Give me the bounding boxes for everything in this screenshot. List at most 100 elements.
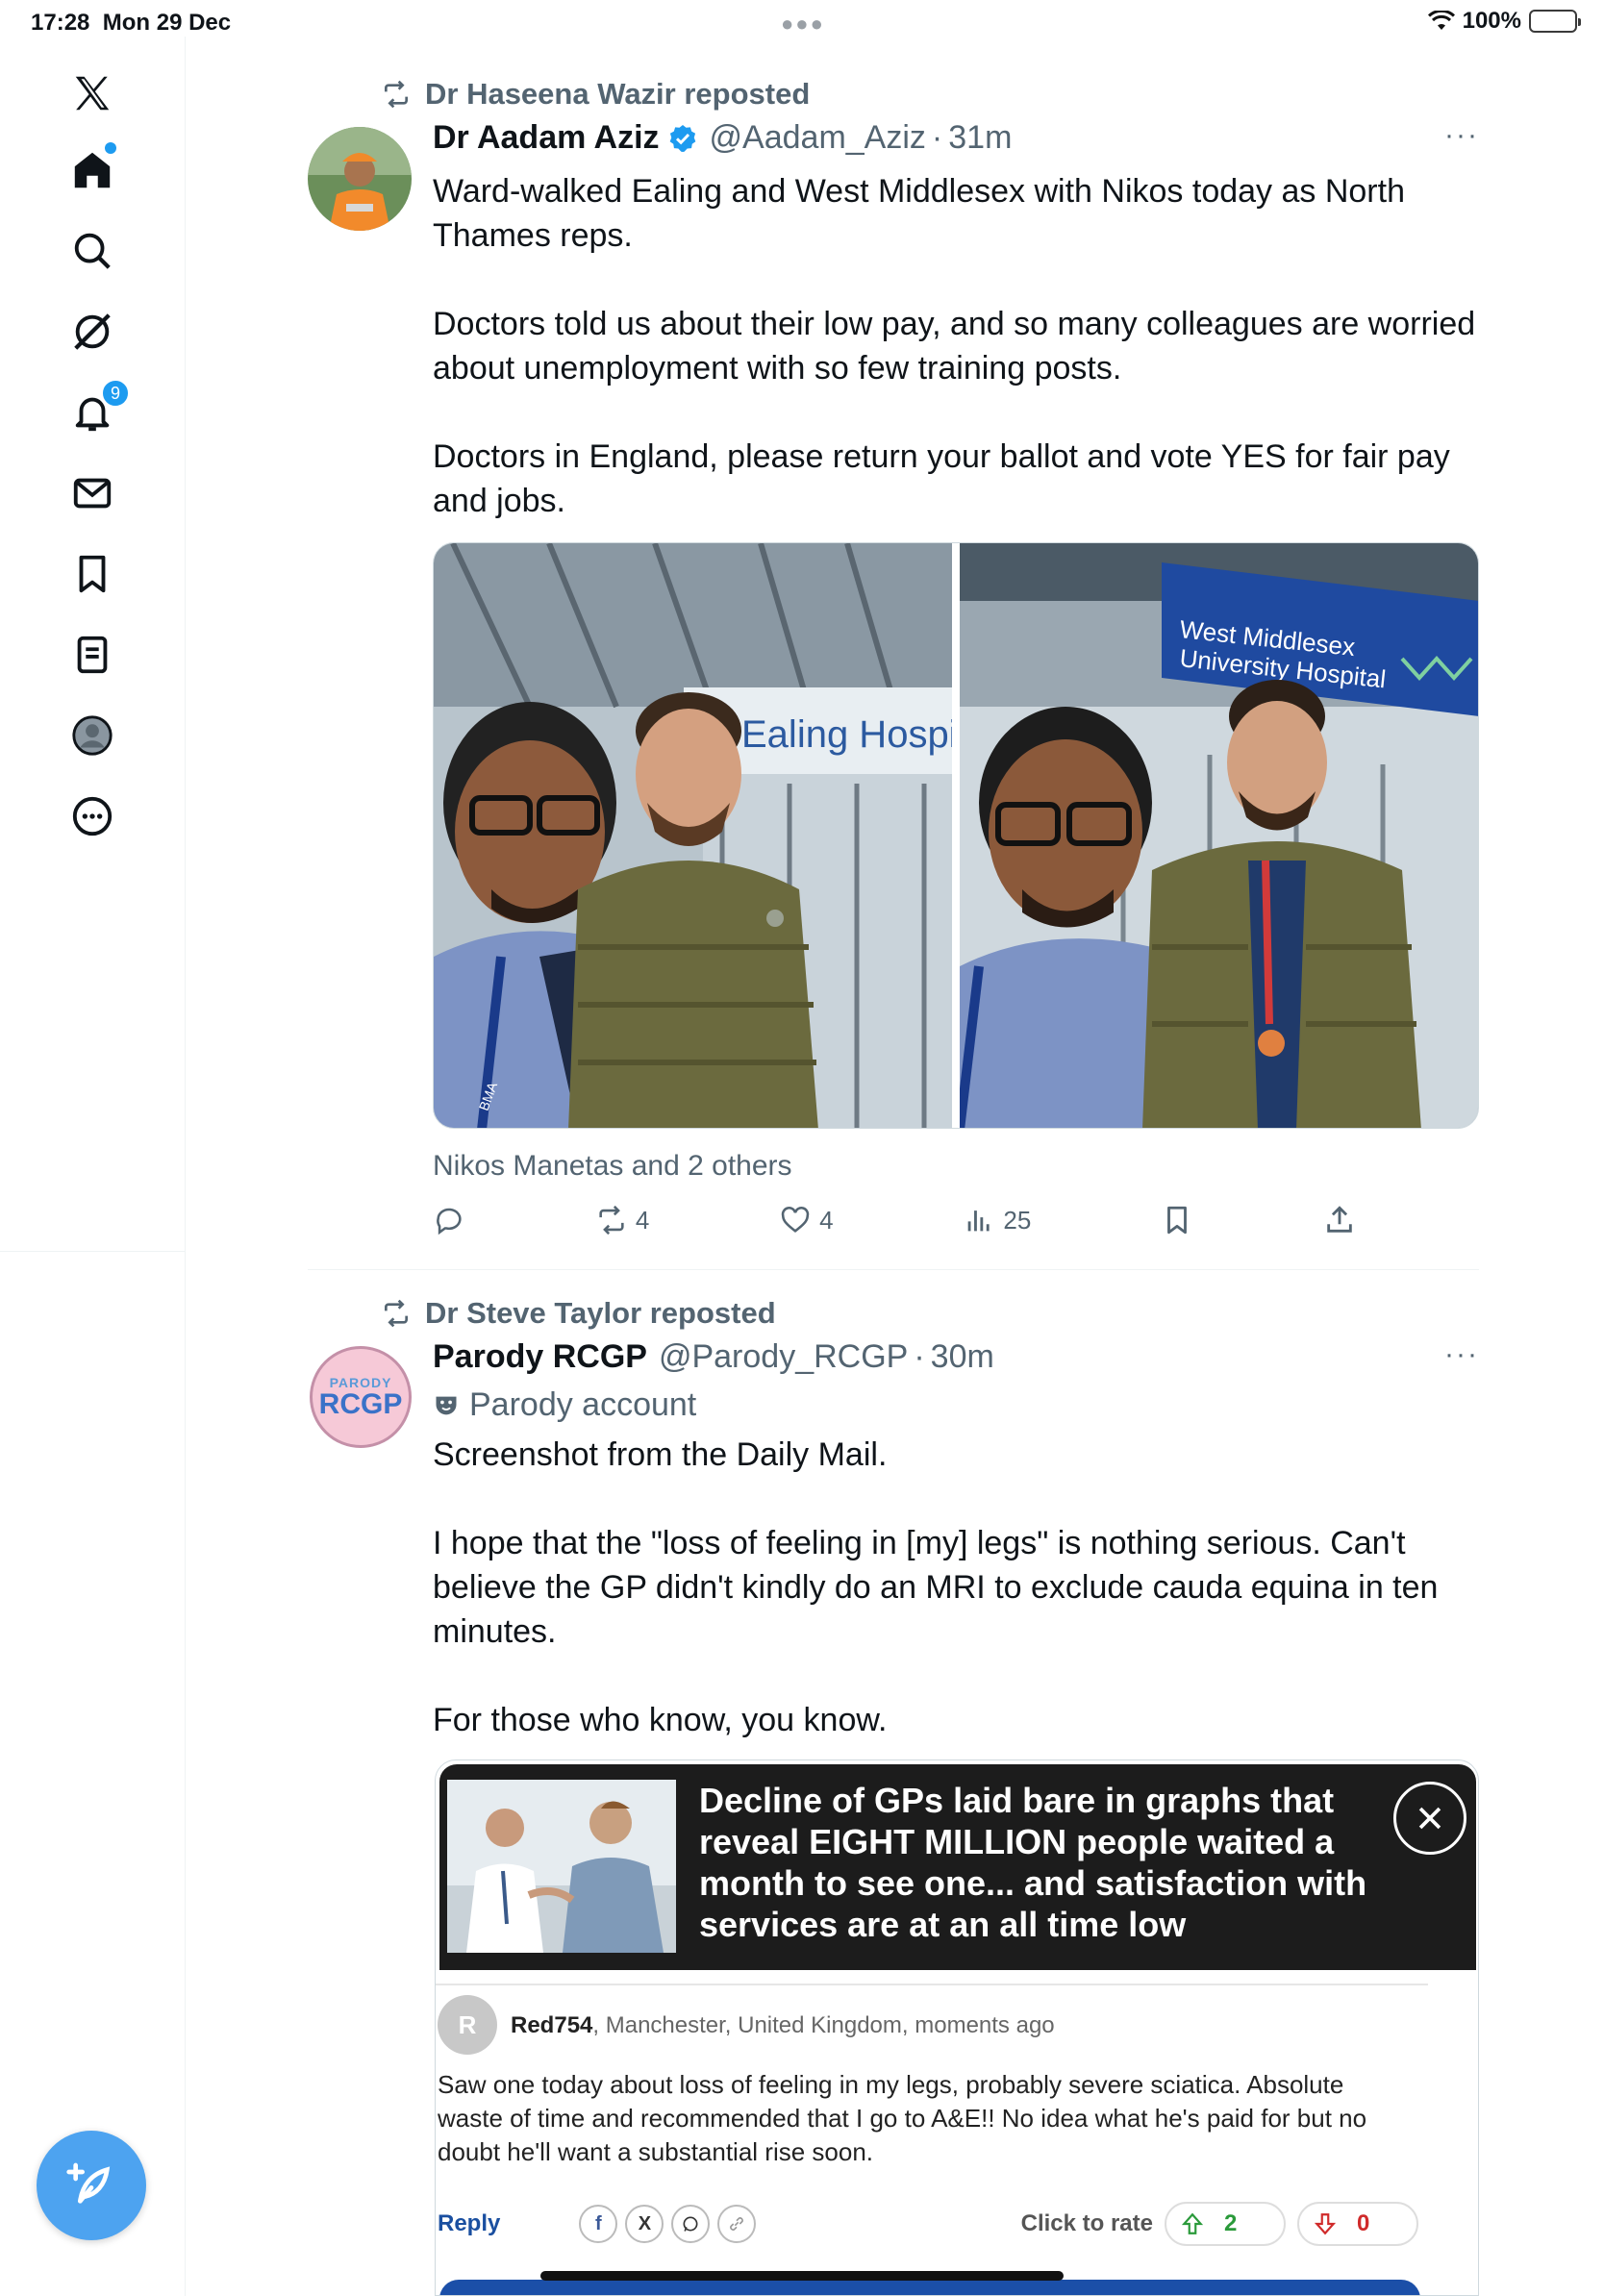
downvote-box: 0 [1297, 2202, 1418, 2246]
screenshot-bottom-bar [439, 2280, 1420, 2295]
author-handle[interactable]: @Parody_RCGP [659, 1338, 908, 1376]
verified-badge-icon[interactable] [667, 123, 698, 154]
like-count: 4 [819, 1205, 834, 1235]
comment-username: Red754 [511, 2012, 593, 2038]
multitasking-dots-icon[interactable]: ●●● [781, 12, 825, 37]
post-1-header: Dr Aadam Aziz @Aadam_Aziz · 31m ··· [433, 119, 1479, 177]
screenshot-headline: Decline of GPs laid bare in graphs that … [699, 1781, 1367, 1944]
messages-envelope-icon[interactable] [63, 463, 122, 523]
home-icon[interactable] [63, 140, 122, 200]
author-name[interactable]: Parody RCGP [433, 1338, 647, 1376]
repost-indicator: Dr Steve Taylor reposted [381, 1296, 1479, 1331]
author-name[interactable]: Dr Aadam Aziz [433, 119, 660, 157]
search-icon[interactable] [63, 221, 122, 281]
compose-feather-icon [66, 2162, 111, 2204]
repost-button[interactable]: 4 [595, 1204, 649, 1236]
screenshot-divider [436, 1984, 1428, 1985]
separator-dot: · [931, 119, 943, 156]
lists-icon[interactable] [63, 625, 122, 685]
views-count: 25 [1003, 1205, 1032, 1235]
author-handle[interactable]: @Aadam_Aziz [710, 119, 926, 157]
comment-meta: Red754, Manchester, United Kingdom, mome… [511, 2012, 1055, 2039]
photo-west-middlesex-hospital[interactable]: West Middlesex University Hospital [960, 543, 1478, 1128]
post-divider [308, 1269, 1479, 1270]
repost-indicator: Dr Haseena Wazir reposted [381, 77, 1479, 112]
avatar-parody-rcgp[interactable]: PARODY RCGP [310, 1346, 412, 1448]
more-menu-icon[interactable]: ··· [1444, 1338, 1479, 1371]
comment-share-icons: f X [579, 2205, 757, 2243]
post-time[interactable]: 30m [931, 1338, 994, 1376]
profile-avatar-icon[interactable] [63, 706, 122, 765]
post-1-actions: 4 4 25 [433, 1204, 1356, 1236]
photo-1-sign-text: Ealing Hospita [741, 713, 952, 756]
comment-reply-link: Reply [438, 2210, 501, 2236]
post-2-text: Screenshot from the Daily Mail. I hope t… [433, 1436, 1439, 1738]
battery-icon [1529, 10, 1581, 33]
parody-label-text: Parody account [469, 1386, 697, 1423]
comment-avatar: R [438, 1995, 497, 2055]
post-1-media[interactable]: Ealing Hospita BMA West Middlese [433, 542, 1479, 1129]
reposted-by-text[interactable]: Dr Steve Taylor reposted [425, 1296, 776, 1331]
repost-icon [599, 1205, 624, 1235]
more-options-icon[interactable] [63, 786, 122, 846]
bookmark-icon [1167, 1206, 1188, 1235]
liked-by-text[interactable]: Nikos Manetas and 2 others [433, 1150, 792, 1183]
x-share-icon: X [625, 2205, 664, 2243]
screenshot-header: Decline of GPs laid bare in graphs that … [439, 1764, 1476, 1970]
comment-action-bar: Reply f X Click to rate 2 0 [438, 2199, 1418, 2249]
bookmarks-icon[interactable] [63, 544, 122, 604]
parody-mask-icon [436, 1396, 457, 1414]
more-menu-icon[interactable]: ··· [1444, 119, 1479, 152]
repost-count: 4 [635, 1205, 650, 1235]
comment-location-time: , Manchester, United Kingdom, moments ag… [592, 2012, 1055, 2038]
comment-text: Saw one today about loss of feeling in m… [438, 2070, 1367, 2166]
separator-dot: · [914, 1338, 925, 1375]
grok-icon[interactable] [63, 302, 122, 362]
screenshot-thumbnail [447, 1780, 676, 1953]
status-bar: 17:28 Mon 29 Dec ●●● 100% [0, 0, 1604, 37]
click-to-rate-label: Click to rate [1020, 2210, 1153, 2236]
upvote-count: 2 [1224, 2210, 1238, 2236]
upvote-box: 2 [1165, 2202, 1286, 2246]
status-time: 17:28 Mon 29 Dec [31, 10, 232, 36]
x-logo-icon[interactable] [63, 63, 122, 123]
bookmark-button[interactable] [1161, 1204, 1193, 1236]
notifications-bell-icon[interactable]: 9 [63, 379, 130, 442]
downvote-count: 0 [1357, 2210, 1370, 2236]
battery-percent: 100% [1462, 8, 1521, 34]
share-upload-icon [1327, 1206, 1352, 1233]
post-2-media-screenshot[interactable]: Decline of GPs laid bare in graphs that … [435, 1759, 1479, 2296]
photo-ealing-hospital[interactable]: Ealing Hospita BMA [434, 543, 952, 1128]
wifi-icon [1427, 11, 1455, 30]
thumb-up-arrow-icon [1181, 2212, 1204, 2234]
avatar-rcgp-text: RCGP [318, 1388, 403, 1420]
comment-rating: Click to rate 2 0 [1021, 2202, 1418, 2246]
reposted-by-text[interactable]: Dr Haseena Wazir reposted [425, 77, 810, 112]
sidebar: 9 [0, 37, 186, 1252]
views-button[interactable]: 25 [963, 1204, 1031, 1236]
new-posts-dot [105, 142, 116, 154]
thumb-down-arrow-icon [1314, 2213, 1337, 2235]
reply-icon [437, 1208, 462, 1235]
repost-icon [385, 80, 408, 109]
notifications-badge: 9 [101, 379, 130, 408]
post-1-text: Ward-walked Ealing and West Middlesex wi… [433, 173, 1476, 519]
views-chart-icon [968, 1210, 990, 1232]
link-icon [717, 2205, 757, 2243]
compose-post-button[interactable] [37, 2131, 146, 2240]
heart-icon [781, 1207, 810, 1233]
post-time[interactable]: 31m [948, 119, 1012, 157]
post-2[interactable]: Dr Steve Taylor reposted [308, 1296, 1479, 1331]
like-button[interactable]: 4 [779, 1204, 834, 1236]
home-indicator[interactable] [540, 2271, 1064, 2281]
share-button[interactable] [1323, 1204, 1356, 1236]
whatsapp-icon [671, 2205, 711, 2243]
reply-button[interactable] [433, 1204, 465, 1236]
repost-icon [385, 1299, 408, 1328]
avatar-aadam-aziz[interactable] [308, 127, 412, 231]
status-right: 100% [1427, 8, 1581, 35]
parody-account-label: Parody account [433, 1386, 696, 1424]
close-icon [1393, 1782, 1466, 1855]
facebook-icon: f [579, 2205, 618, 2243]
post-1[interactable]: Dr Haseena Wazir reposted [308, 77, 1479, 112]
